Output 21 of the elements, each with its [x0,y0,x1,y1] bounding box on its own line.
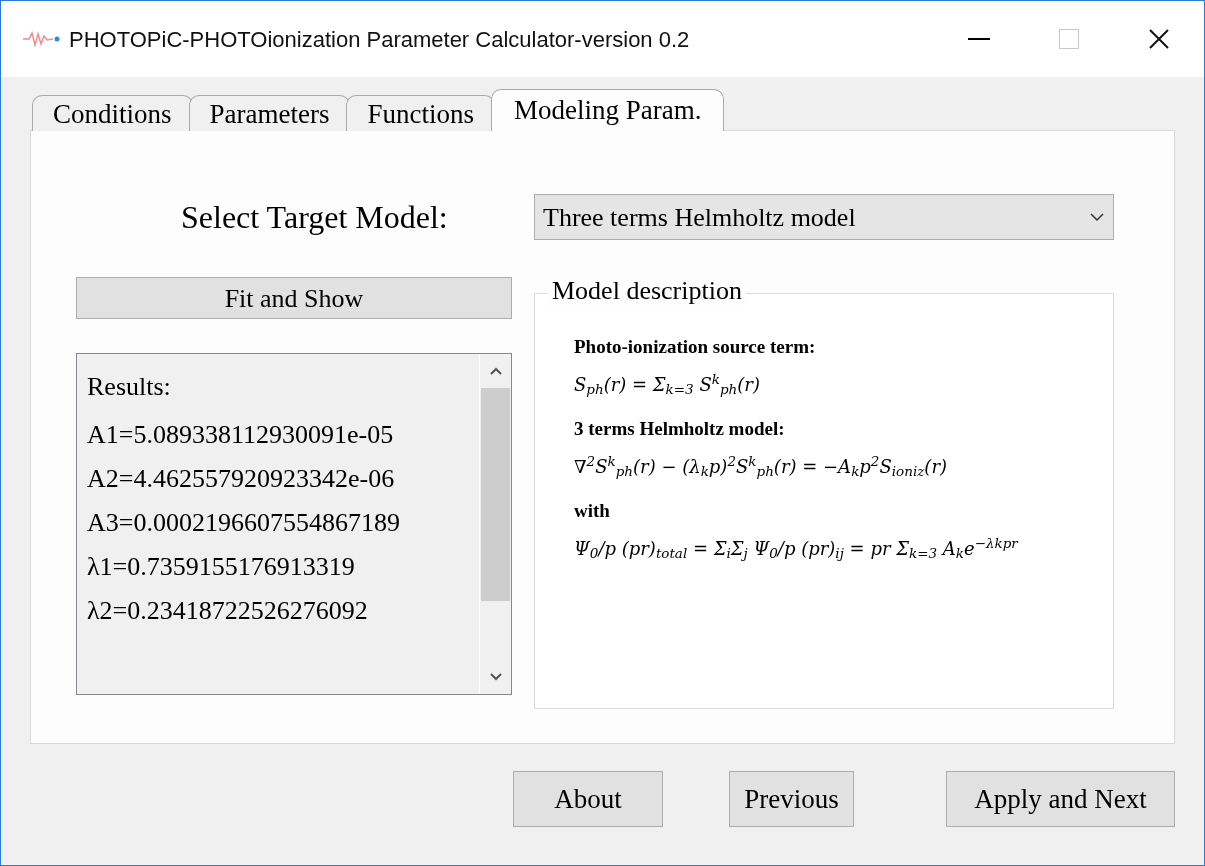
select-label: Select Target Model: [181,198,449,237]
window-title: PHOTOPiC-PHOTOionization Parameter Calculator-version 0.2 [69,25,690,54]
dialog-button[interactable]: Apply and Next [945,771,1175,827]
description-heading: 3 terms Helmholtz model: [574,417,785,441]
description-heading: with [574,499,610,523]
formula: ∇$^{2}$S$^{k}$$_{ph}$(r) − (λ$_{k}$p)$^{2}$S$^{k}$$_{ph}$(r) = −A$_{k}$p$^{2}$S$_{ioniz}$(r) [574,452,947,482]
tab[interactable]: Modeling Param. [491,89,725,131]
result-line: λ1=0.7359155176913319 [87,552,356,582]
dialog-button[interactable]: Previous [729,771,854,827]
formula: Ψ$_{0}$/p (pr)$_{total}$ = Σ$_{i}$Σ$_{j}$ Ψ$_{0}$/p (pr)$_{ij}$ = pr Σ$_{k=3}$ A$_{k}$e$^{−λkpr}$ [574,534,1018,564]
dialog-button[interactable]: About [513,771,664,827]
formula: S$_{ph}$(r) = Σ$_{k=3}$ S$^{k}$$_{ph}$(r) [574,370,760,400]
result-line: λ2=0.23418722526276092 [87,596,369,626]
result-line: A1=5.089338112930091e-05 [87,420,395,450]
results-heading: Results: [87,372,172,402]
result-line: A3=0.0002196607554867189 [87,508,401,538]
result-line: A2=4.462557920923342e-06 [87,464,396,494]
description-heading: Photo-ionization source term: [574,335,816,359]
model-dropdown[interactable]: Three terms Helmholtz model [534,194,1114,240]
tab[interactable]: Conditions [32,95,193,131]
fit-and-show-button[interactable]: Fit and Show [76,277,512,319]
